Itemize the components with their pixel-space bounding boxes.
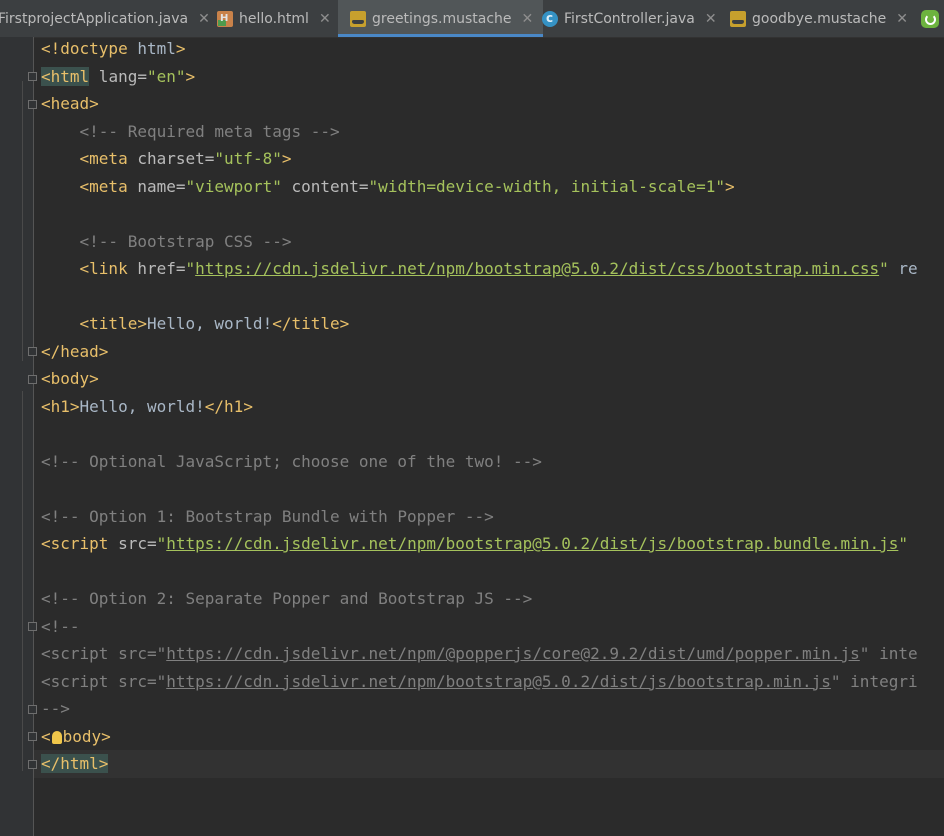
html-file-icon bbox=[217, 10, 233, 27]
spring-icon[interactable] bbox=[921, 10, 939, 28]
editor-tab-bar: FirstprojectApplication.java ✕ hello.htm… bbox=[0, 0, 944, 38]
code-line[interactable]: <body> bbox=[41, 723, 111, 750]
fold-marker[interactable] bbox=[28, 72, 37, 81]
close-icon[interactable]: ✕ bbox=[896, 11, 908, 27]
close-icon[interactable]: ✕ bbox=[198, 11, 210, 27]
editor-gutter bbox=[0, 37, 33, 836]
close-icon[interactable]: ✕ bbox=[705, 11, 717, 27]
code-line[interactable]: --> bbox=[41, 695, 70, 722]
tab-greetings-mustache[interactable]: greetings.mustache ✕ bbox=[338, 0, 544, 37]
tab-hello-html[interactable]: hello.html ✕ bbox=[217, 0, 331, 37]
tab-goodbye-mustache[interactable]: goodbye.mustache ✕ bbox=[730, 0, 908, 37]
fold-marker[interactable] bbox=[28, 760, 37, 769]
close-icon[interactable]: ✕ bbox=[319, 11, 331, 27]
fold-marker[interactable] bbox=[28, 705, 37, 714]
current-line-highlight bbox=[34, 750, 944, 778]
code-line[interactable]: <meta charset="utf-8"> bbox=[41, 145, 292, 172]
code-line[interactable]: <!-- Optional JavaScript; choose one of … bbox=[41, 448, 542, 475]
tab-firstproject-application[interactable]: FirstprojectApplication.java ✕ bbox=[0, 0, 210, 37]
tab-label: goodbye.mustache bbox=[752, 10, 887, 27]
code-line[interactable]: <script src="https://cdn.jsdelivr.net/np… bbox=[41, 530, 908, 557]
code-line[interactable]: <!doctype html> bbox=[41, 35, 186, 62]
indent-guide bbox=[22, 391, 23, 771]
code-line[interactable]: <!-- bbox=[41, 613, 80, 640]
code-line[interactable]: </html> bbox=[41, 750, 109, 777]
code-line[interactable]: <meta name="viewport" content="width=dev… bbox=[41, 173, 735, 200]
code-line[interactable]: <!-- Required meta tags --> bbox=[41, 118, 340, 145]
close-icon[interactable]: ✕ bbox=[522, 11, 534, 27]
tab-label: hello.html bbox=[239, 10, 309, 27]
mustache-file-icon bbox=[350, 10, 366, 27]
tab-label: FirstprojectApplication.java bbox=[0, 10, 189, 27]
code-line[interactable]: <script src="https://cdn.jsdelivr.net/np… bbox=[41, 668, 918, 695]
code-editor[interactable]: <!doctype html> <html lang="en"> <head> <!… bbox=[0, 37, 944, 836]
code-line[interactable]: </head> bbox=[41, 338, 108, 365]
tab-label: greetings.mustache bbox=[372, 10, 512, 27]
mustache-file-icon bbox=[730, 10, 746, 27]
code-line[interactable]: <!-- Bootstrap CSS --> bbox=[41, 228, 292, 255]
gutter-divider bbox=[33, 37, 34, 836]
fold-marker[interactable] bbox=[28, 347, 37, 356]
fold-marker[interactable] bbox=[28, 732, 37, 741]
code-line[interactable]: <h1>Hello, world!</h1> bbox=[41, 393, 253, 420]
fold-marker[interactable] bbox=[28, 100, 37, 109]
tab-first-controller[interactable]: FirstController.java ✕ bbox=[542, 0, 717, 37]
fold-marker[interactable] bbox=[28, 375, 37, 384]
tab-label: FirstController.java bbox=[564, 10, 695, 27]
lightbulb-icon[interactable] bbox=[51, 730, 62, 744]
code-line[interactable]: <script src="https://cdn.jsdelivr.net/np… bbox=[41, 640, 918, 667]
fold-marker[interactable] bbox=[28, 622, 37, 631]
code-line[interactable]: <!-- Option 1: Bootstrap Bundle with Pop… bbox=[41, 503, 494, 530]
code-line[interactable]: <body> bbox=[41, 365, 99, 392]
class-file-icon bbox=[542, 10, 558, 27]
code-line[interactable]: <!-- Option 2: Separate Popper and Boots… bbox=[41, 585, 532, 612]
code-line[interactable]: <head> bbox=[41, 90, 99, 117]
code-line[interactable]: <link href="https://cdn.jsdelivr.net/npm… bbox=[41, 255, 918, 282]
indent-guide bbox=[22, 81, 23, 361]
code-line[interactable]: <title>Hello, world!</title> bbox=[41, 310, 350, 337]
code-line[interactable]: <html lang="en"> bbox=[41, 63, 195, 90]
